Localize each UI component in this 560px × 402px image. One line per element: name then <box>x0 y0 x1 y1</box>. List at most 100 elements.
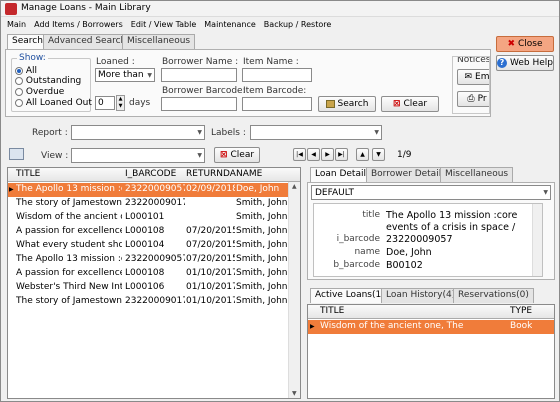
table-cell: 23220009017 <box>125 296 185 306</box>
chevron-down-icon: ▼ <box>147 72 152 79</box>
show-option-all-loaned-out[interactable]: All Loaned Out <box>15 98 92 108</box>
column-header-name[interactable]: NAME <box>236 169 262 179</box>
next-record-button[interactable]: ▶ <box>321 148 334 161</box>
table-cell: L000104 <box>125 240 165 250</box>
table-cell: 01/10/2017 <box>186 296 235 306</box>
scroll-up-icon[interactable]: ▲ <box>292 183 297 190</box>
column-header-barcode[interactable]: I_BARCODE <box>125 169 176 179</box>
clear-filter-icon: ⊠ <box>219 150 228 160</box>
table-cell: 02/09/2018 <box>186 184 235 194</box>
table-row[interactable]: What every student should knL000104 07/20… <box>8 239 288 253</box>
tab-search[interactable]: Search <box>7 34 48 49</box>
item-name-label: Item Name : <box>243 57 299 67</box>
item-barcode-label: Item Barcode: <box>243 86 307 96</box>
email-notice-button[interactable]: ✉ Em <box>457 69 489 85</box>
help-icon: ? <box>497 58 507 68</box>
move-up-button[interactable]: ▲ <box>356 148 369 161</box>
days-spinner[interactable]: ▲ ▼ <box>116 95 125 111</box>
title-bar: Manage Loans - Main Library <box>1 1 559 17</box>
show-option-all[interactable]: All <box>15 66 37 76</box>
last-record-button[interactable]: ▶| <box>335 148 348 161</box>
search-button[interactable]: Search <box>318 96 376 112</box>
list-item[interactable]: ▶ Wisdom of the ancient one, The Book <box>308 320 554 334</box>
menu-add-items[interactable]: Add Items / Borrowers <box>34 20 123 29</box>
tab-reservations[interactable]: Reservations(0) <box>453 288 534 303</box>
detail-value: B00102 <box>386 260 423 271</box>
table-cell: Smith, John <box>236 198 288 208</box>
table-row[interactable]: The Apollo 13 mission :core2322000905707… <box>8 253 288 267</box>
table-row[interactable]: The story of Jamestown / an23220009017 Sm… <box>8 197 288 211</box>
table-cell: Smith, John <box>236 240 288 250</box>
table-cell: 07/20/2015 <box>186 240 235 250</box>
scroll-down-icon[interactable]: ▼ <box>292 390 297 397</box>
table-row[interactable]: Wisdom of the ancient one, ThL000101 Smit… <box>8 211 288 225</box>
column-header-type[interactable]: TYPE <box>510 306 532 316</box>
menu-main[interactable]: Main <box>7 20 26 29</box>
table-cell: Smith, John <box>236 296 288 306</box>
detail-layout-select[interactable]: DEFAULT ▼ <box>311 185 551 200</box>
item-barcode-input[interactable] <box>242 97 312 111</box>
borrower-name-input[interactable] <box>161 68 237 82</box>
table-cell: L000108 <box>125 268 165 278</box>
grid-view-icon[interactable] <box>9 148 24 160</box>
column-header-title[interactable]: TITLE <box>16 169 40 179</box>
show-option-outstanding[interactable]: Outstanding <box>15 76 81 86</box>
first-record-button[interactable]: |◀ <box>293 148 306 161</box>
radio-outstanding[interactable] <box>15 76 23 85</box>
table-cell: 07/20/2015 <box>186 254 235 264</box>
report-label: Report : <box>32 128 68 138</box>
clear-button[interactable]: ⊠ Clear <box>381 96 439 112</box>
table-row[interactable]: The story of Jamestown / an2322000901701… <box>8 295 288 309</box>
show-option-overdue[interactable]: Overdue <box>15 87 64 97</box>
detail-key: name <box>354 247 380 257</box>
column-header-returndate[interactable]: RETURNDA <box>186 169 236 179</box>
item-name-input[interactable] <box>242 68 312 82</box>
table-cell: L000106 <box>125 282 165 292</box>
tab-active-loans[interactable]: Active Loans(1) <box>310 288 390 303</box>
table-cell: 23220009017 <box>125 198 185 208</box>
table-row[interactable]: A passion for excellence L000108 01/10/201… <box>8 267 288 281</box>
days-input[interactable]: 0 <box>95 96 115 110</box>
notices-group: Notices ✉ Em ⎙ Pr <box>452 56 490 114</box>
tab-miscellaneous[interactable]: Miscellaneous <box>122 34 196 49</box>
table-row[interactable]: A passion for excellence L000108 07/20/201… <box>8 225 288 239</box>
column-header-loan-title[interactable]: TITLE <box>320 306 344 316</box>
borrower-barcode-input[interactable] <box>161 97 237 111</box>
printer-icon: ⎙ <box>467 94 475 104</box>
web-help-button[interactable]: ? Web Help <box>496 55 554 71</box>
menu-backup[interactable]: Backup / Restore <box>264 20 331 29</box>
detail-key: i_barcode <box>336 234 380 244</box>
search-icon <box>325 100 335 108</box>
radio-all[interactable] <box>15 66 23 75</box>
labels-label: Labels : <box>211 128 246 138</box>
table-row[interactable]: ▶The Apollo 13 mission :core232200090570… <box>8 183 288 197</box>
table-row[interactable]: Webster's Third New InternatL000106 01/10… <box>8 281 288 295</box>
loans-table-scrollbar[interactable]: ▲ ▼ <box>288 182 300 398</box>
report-select[interactable]: ▼ <box>71 125 205 140</box>
loaned-select[interactable]: More than ▼ <box>95 68 155 82</box>
loaned-label: Loaned : <box>96 57 135 67</box>
tab-detail-miscellaneous[interactable]: Miscellaneous <box>440 167 514 182</box>
menu-maintenance[interactable]: Maintenance <box>204 20 256 29</box>
move-down-button[interactable]: ▼ <box>372 148 385 161</box>
table-cell: Smith, John <box>236 282 288 292</box>
radio-overdue[interactable] <box>15 87 23 96</box>
table-cell: 01/10/2017 <box>186 282 235 292</box>
menu-edit-view[interactable]: Edit / View Table <box>131 20 197 29</box>
print-notice-button[interactable]: ⎙ Pr <box>457 91 489 107</box>
tab-loan-history[interactable]: Loan History(4) <box>381 288 461 303</box>
detail-scrollbar[interactable] <box>532 204 542 276</box>
radio-all-loaned-out[interactable] <box>15 98 23 107</box>
view-select[interactable]: ▼ <box>71 148 205 163</box>
app-icon <box>5 3 17 15</box>
table-cell: Wisdom of the ancient one, The <box>320 321 464 331</box>
window-title: Manage Loans - Main Library <box>21 3 151 13</box>
tab-borrower-details[interactable]: Borrower Details <box>366 167 451 182</box>
view-label: View : <box>41 151 69 161</box>
tab-advanced-search[interactable]: Advanced Search <box>43 34 132 49</box>
table-cell: The story of Jamestown / an <box>16 198 122 208</box>
labels-select[interactable]: ▼ <box>250 125 382 140</box>
view-clear-button[interactable]: ⊠ Clear <box>214 147 260 163</box>
close-button[interactable]: ✖ Close <box>496 36 554 52</box>
prev-record-button[interactable]: ◀ <box>307 148 320 161</box>
